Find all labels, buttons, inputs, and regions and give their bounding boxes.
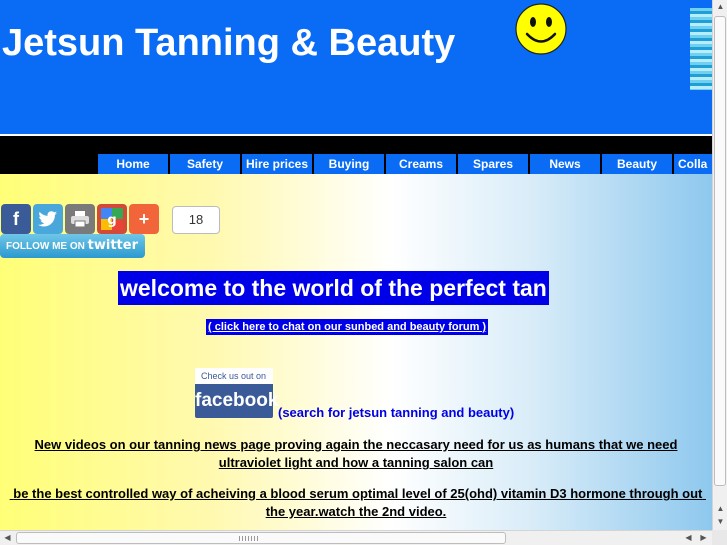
forum-link[interactable]: ( click here to chat on our sunbed and b… xyxy=(206,319,489,335)
nav-creams[interactable]: Creams xyxy=(386,154,456,174)
decorative-banner-strip xyxy=(690,8,712,90)
google-plus-icon[interactable]: g xyxy=(97,204,127,234)
vertical-scroll-thumb[interactable] xyxy=(714,16,726,486)
header: Jetsun Tanning & Beauty xyxy=(0,0,712,134)
twitter-wordmark: twitter xyxy=(87,238,138,253)
facebook-badge[interactable]: Check us out on facebook xyxy=(195,368,279,418)
scroll-down-icon[interactable]: ▼ xyxy=(713,515,727,529)
follow-prefix: FOLLOW ME ON xyxy=(6,241,88,252)
twitter-follow-button[interactable]: FOLLOW ME ON twitter xyxy=(0,234,145,258)
vertical-scrollbar[interactable]: ▲ ▲ ▼ xyxy=(712,0,727,530)
facebook-search-hint: (search for jetsun tanning and beauty) xyxy=(278,405,515,420)
nav-hire-prices[interactable]: Hire prices xyxy=(242,154,312,174)
share-toolbar: f g + xyxy=(1,204,161,234)
news-paragraph-2[interactable]: be the best controlled way of acheiving … xyxy=(0,485,712,521)
scroll-grip-icon xyxy=(239,536,259,541)
nav-colla[interactable]: Colla xyxy=(674,154,712,174)
twitter-icon[interactable] xyxy=(33,204,63,234)
nav-beauty[interactable]: Beauty xyxy=(602,154,672,174)
scroll-right-icon[interactable]: ▶ xyxy=(696,531,711,545)
horizontal-scroll-thumb[interactable] xyxy=(16,532,506,544)
scroll-left-icon-lower[interactable]: ◀ xyxy=(681,531,696,545)
main-content: f g + 18 FOLLOW ME ON twitter welcome to… xyxy=(0,174,712,530)
facebook-icon[interactable]: f xyxy=(1,204,31,234)
smiley-face-icon xyxy=(515,3,567,55)
facebook-wordmark: facebook xyxy=(195,390,279,411)
horizontal-scrollbar[interactable]: ◀ ◀ ▶ xyxy=(0,530,712,545)
news-paragraph-1[interactable]: New videos on our tanning news page prov… xyxy=(0,436,712,472)
scrollbar-corner xyxy=(712,530,727,545)
print-icon[interactable] xyxy=(65,204,95,234)
scroll-left-icon[interactable]: ◀ xyxy=(0,531,15,545)
share-count: 18 xyxy=(172,206,220,234)
main-navigation: Home Safety Hire prices Buying Creams Sp… xyxy=(0,134,712,174)
facebook-badge-caption: Check us out on xyxy=(195,368,273,384)
nav-buying[interactable]: Buying xyxy=(314,154,384,174)
scroll-up-icon-lower[interactable]: ▲ xyxy=(713,502,727,516)
site-title: Jetsun Tanning & Beauty xyxy=(2,22,456,64)
welcome-heading: welcome to the world of the perfect tan xyxy=(118,271,549,305)
add-share-icon[interactable]: + xyxy=(129,204,159,234)
nav-home[interactable]: Home xyxy=(98,154,168,174)
nav-safety[interactable]: Safety xyxy=(170,154,240,174)
svg-text:g: g xyxy=(107,213,116,228)
nav-news[interactable]: News xyxy=(530,154,600,174)
nav-spares[interactable]: Spares xyxy=(458,154,528,174)
scroll-up-icon[interactable]: ▲ xyxy=(713,0,727,14)
